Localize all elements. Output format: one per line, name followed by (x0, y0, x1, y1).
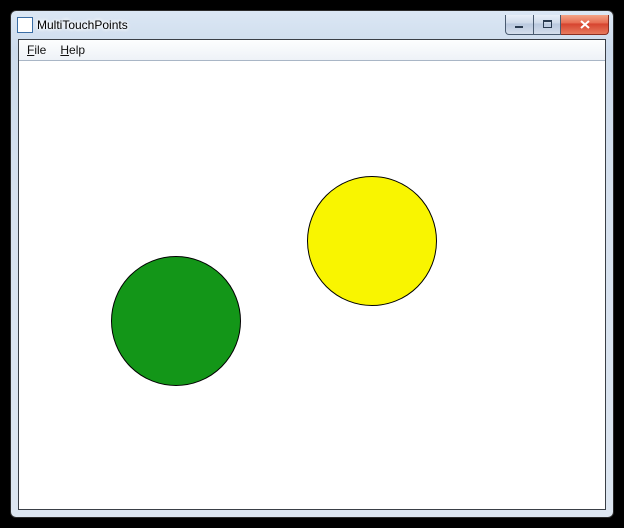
touch-point-1[interactable] (307, 176, 437, 306)
client-area: File Help (18, 39, 606, 510)
close-button[interactable] (561, 15, 609, 35)
titlebar[interactable]: MultiTouchPoints (11, 11, 613, 39)
menu-help[interactable]: Help (60, 43, 85, 57)
minimize-button[interactable] (505, 15, 534, 35)
title-left: MultiTouchPoints (17, 17, 128, 33)
close-icon (579, 19, 591, 30)
minimize-icon (514, 19, 525, 30)
touch-point-0[interactable] (111, 256, 241, 386)
maximize-button[interactable] (534, 15, 561, 35)
maximize-icon (542, 19, 553, 30)
window-title: MultiTouchPoints (37, 18, 128, 32)
app-icon (17, 17, 33, 33)
application-window: MultiTouchPoints File Help (10, 10, 614, 518)
menu-file[interactable]: File (27, 43, 46, 57)
window-controls (505, 15, 609, 35)
menubar: File Help (19, 40, 605, 61)
touch-canvas[interactable] (19, 61, 605, 509)
